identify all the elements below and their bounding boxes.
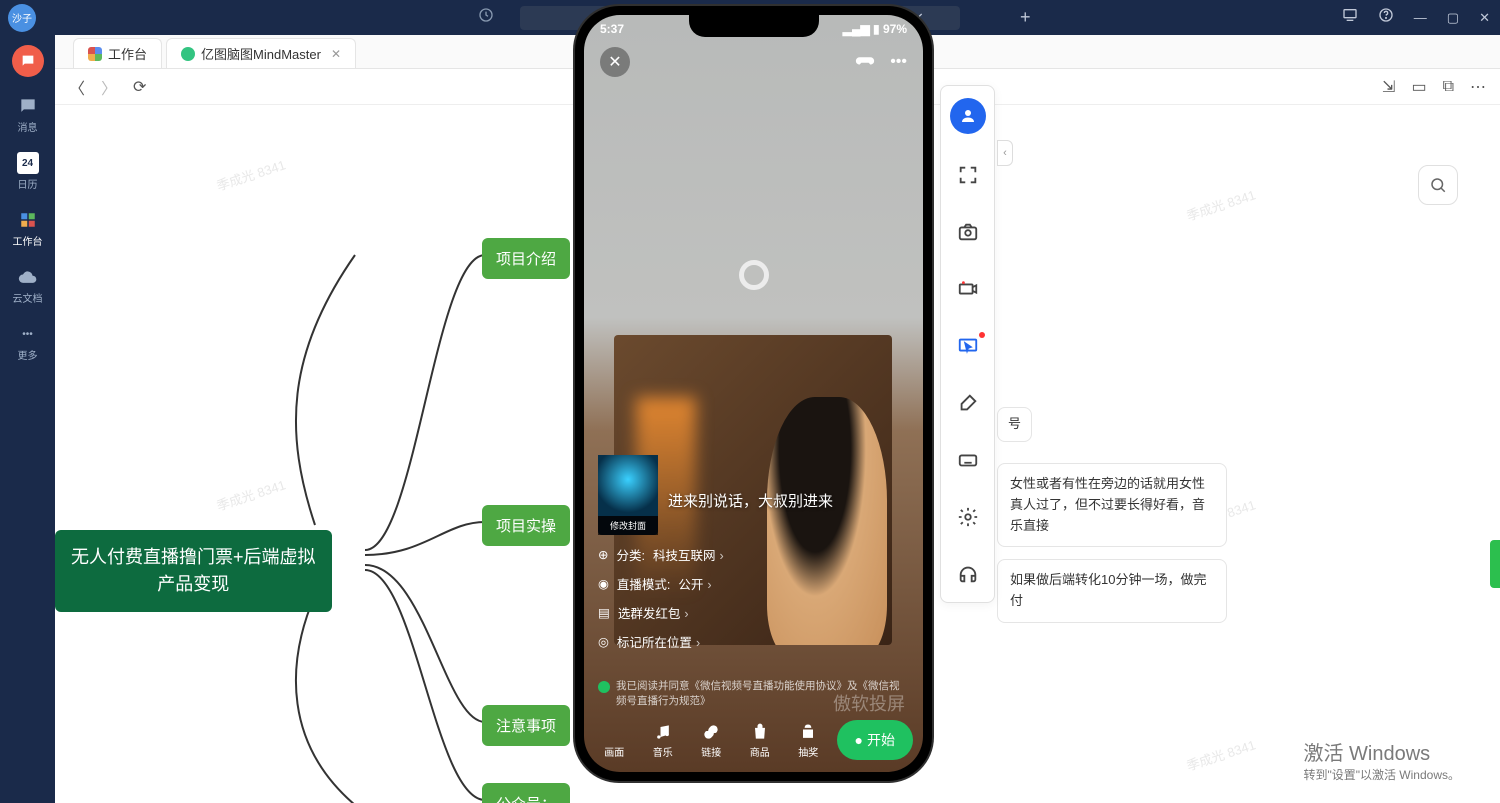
sidebar-label: 工作台 xyxy=(13,233,43,248)
agreement-checkbox[interactable] xyxy=(598,681,610,693)
help-icon[interactable] xyxy=(1378,7,1394,28)
tool-icon-1[interactable]: ⇲ xyxy=(1382,77,1395,97)
setting-redpacket[interactable]: ▤选群发红包 xyxy=(598,598,909,627)
setting-mode[interactable]: ◉直播模式:公开 xyxy=(598,569,909,598)
chat-bubble: 女性或者有性在旁边的话就用女性真人过了，但不过要长得好看，音乐直接 xyxy=(997,463,1227,547)
more-icon: ••• xyxy=(17,323,39,345)
profile-button[interactable] xyxy=(950,98,986,134)
mindmap-node[interactable]: 公众号： xyxy=(482,783,570,803)
live-settings-list: ⊕分类:科技互联网 ◉直播模式:公开 ▤选群发红包 ◎标记所在位置 xyxy=(598,540,909,656)
winact-title: 激活 Windows xyxy=(1303,737,1460,766)
start-live-button[interactable]: ● 开始 xyxy=(837,720,913,760)
sidebar-item-messages[interactable]: 消息 xyxy=(17,95,39,134)
bottom-item-goods[interactable]: 商品 xyxy=(740,722,781,759)
collapse-toolbar-icon[interactable]: ‹ xyxy=(997,140,1013,166)
new-tab-button[interactable]: + xyxy=(1020,7,1031,28)
phone-screen: 5:37 ▂▄▆ ▮ 97% ✕ ••• 修改封面 进来别说话，大叔别进来 ⊕分… xyxy=(584,15,923,772)
setting-category[interactable]: ⊕分类:科技互联网 xyxy=(598,540,909,569)
sidebar-item-docs[interactable]: 云文档 xyxy=(13,266,43,305)
win-close[interactable]: ✕ xyxy=(1479,10,1490,26)
chat-icon xyxy=(17,95,39,117)
cast-icon[interactable] xyxy=(1342,7,1358,28)
sidebar-label: 更多 xyxy=(18,347,38,362)
nav-forward-icon[interactable]: 〉 xyxy=(101,75,117,99)
tab-close-icon[interactable]: ✕ xyxy=(331,47,341,61)
win-maximize[interactable]: ▢ xyxy=(1447,10,1459,26)
tab-label: 亿图脑图MindMaster xyxy=(201,44,321,63)
phone-bottom-bar: 画面 音乐 链接 商品 抽奖 ● 开始 xyxy=(584,716,923,764)
sidebar-label: 云文档 xyxy=(13,290,43,305)
ceiling-light xyxy=(739,260,769,290)
record-icon[interactable] xyxy=(957,278,979,305)
nav-back-icon[interactable]: 〈 xyxy=(69,75,85,99)
app-sidebar: 消息 24 日历 工作台 云文档 ••• 更多 xyxy=(0,35,55,803)
avatar[interactable] xyxy=(12,45,44,77)
history-icon[interactable] xyxy=(478,7,494,28)
watermark: 季成光 8341 xyxy=(214,474,288,514)
sidebar-item-calendar[interactable]: 24 日历 xyxy=(17,152,39,191)
cloud-doc-icon xyxy=(17,266,39,288)
reload-icon[interactable]: ⟳ xyxy=(133,77,146,97)
watermark: 季成光 8341 xyxy=(1184,184,1258,224)
watermark: 季成光 8341 xyxy=(1184,734,1258,774)
phone-header: ✕ ••• xyxy=(584,47,923,77)
phone-mockup: 5:37 ▂▄▆ ▮ 97% ✕ ••• 修改封面 进来别说话，大叔别进来 ⊕分… xyxy=(575,6,932,781)
agreement-label: 我已阅读并同意《微信视频号直播功能使用协议》及《微信视频号直播行为规范》 xyxy=(616,679,909,711)
window-controls: — ▢ ✕ xyxy=(1342,7,1490,28)
sidebar-item-workspace[interactable]: 工作台 xyxy=(13,209,43,248)
bottom-item-lottery[interactable]: 抽奖 xyxy=(788,722,829,759)
live-title-input[interactable]: 进来别说话，大叔别进来 xyxy=(668,490,833,511)
floating-search-button[interactable] xyxy=(1418,165,1458,205)
agreement-text[interactable]: 我已阅读并同意《微信视频号直播功能使用协议》及《微信视频号直播行为规范》 xyxy=(598,679,909,711)
mindmap-root-node[interactable]: 无人付费直播撸门票+后端虚拟 产品变现 xyxy=(55,530,332,612)
sidebar-label: 消息 xyxy=(18,119,38,134)
tab-icon xyxy=(181,47,195,61)
winact-sub: 转到"设置"以激活 Windows。 xyxy=(1303,766,1460,783)
phone-more-icon[interactable]: ••• xyxy=(890,53,907,71)
edge-indicator xyxy=(1490,540,1500,588)
fullscreen-icon[interactable] xyxy=(957,164,979,191)
setting-location[interactable]: ◎标记所在位置 xyxy=(598,627,909,656)
keyboard-icon[interactable] xyxy=(957,449,979,476)
chat-bubble: 如果做后端转化10分钟一场，做完付 xyxy=(997,559,1227,623)
win-minimize[interactable]: — xyxy=(1414,10,1427,25)
headset-icon[interactable] xyxy=(957,563,979,590)
mindmap-node[interactable]: 注意事项 xyxy=(482,705,570,746)
sidebar-label: 日历 xyxy=(18,176,38,191)
calendar-icon: 24 xyxy=(17,152,39,174)
tab-mindmaster[interactable]: 亿图脑图MindMaster ✕ xyxy=(166,38,356,68)
bottom-item-link[interactable]: 链接 xyxy=(691,722,732,759)
screenshot-icon[interactable] xyxy=(957,221,979,248)
app-logo: 沙子 xyxy=(8,4,36,32)
bottom-item-music[interactable]: 音乐 xyxy=(643,722,684,759)
mindmap-connectors xyxy=(55,105,655,803)
mindmap-node[interactable]: 项目介绍 xyxy=(482,238,570,279)
game-icon[interactable] xyxy=(854,49,876,76)
bottom-item-frame[interactable]: 画面 xyxy=(594,722,635,759)
sidebar-item-more[interactable]: ••• 更多 xyxy=(17,323,39,362)
tab-icon xyxy=(88,47,102,61)
phone-battery: ▂▄▆ ▮ 97% xyxy=(843,22,907,36)
tool-icon-3[interactable]: ⧉ xyxy=(1443,78,1454,96)
pointer-icon[interactable] xyxy=(957,335,979,362)
cover-label: 修改封面 xyxy=(598,516,658,535)
brush-icon[interactable] xyxy=(957,392,979,419)
tab-workspace[interactable]: 工作台 xyxy=(73,38,162,68)
tab-label: 工作台 xyxy=(108,44,147,63)
phone-notch xyxy=(689,15,819,37)
watermark: 季成光 8341 xyxy=(214,154,288,194)
cast-toolbar xyxy=(940,85,995,603)
chat-fragment: 号 xyxy=(997,407,1032,442)
tool-more-icon[interactable]: ⋯ xyxy=(1470,77,1486,97)
settings-icon[interactable] xyxy=(957,506,979,533)
cover-thumbnail[interactable]: 修改封面 xyxy=(598,455,658,535)
windows-activation-notice: 激活 Windows 转到"设置"以激活 Windows。 xyxy=(1303,737,1460,783)
mindmap-node[interactable]: 项目实操 xyxy=(482,505,570,546)
grid-icon xyxy=(17,209,39,231)
phone-close-button[interactable]: ✕ xyxy=(600,47,630,77)
tool-icon-2[interactable]: ▭ xyxy=(1411,77,1426,97)
phone-time: 5:37 xyxy=(600,22,624,36)
